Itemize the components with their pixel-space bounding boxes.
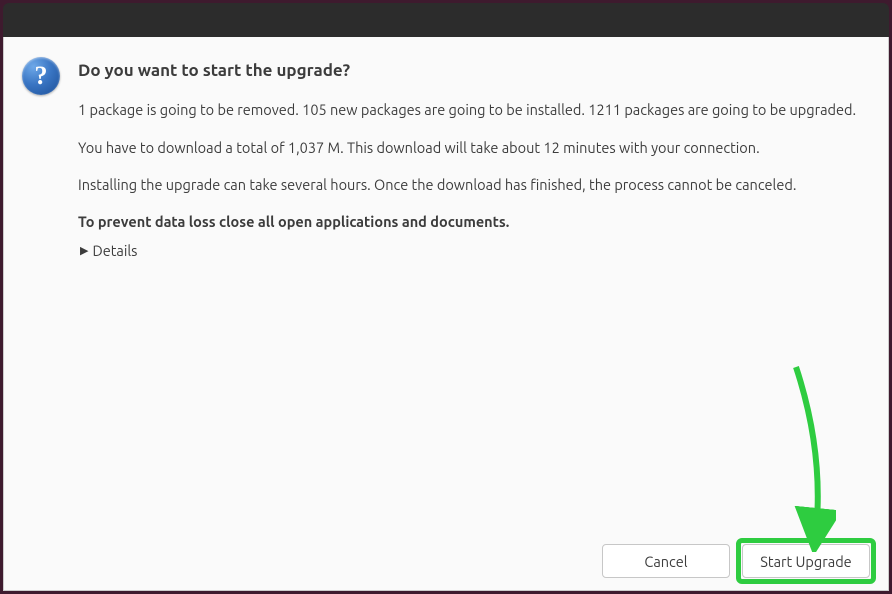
dialog-line-download: You have to download a total of 1,037 M.… — [78, 138, 870, 158]
dialog-heading: Do you want to start the upgrade? — [78, 61, 870, 80]
button-row: Cancel Start Upgrade — [22, 536, 870, 578]
start-upgrade-button[interactable]: Start Upgrade — [742, 544, 870, 578]
start-upgrade-highlight: Start Upgrade — [742, 544, 870, 578]
window-frame: ? Do you want to start the upgrade? 1 pa… — [0, 0, 892, 594]
expander-triangle-icon: ▶ — [80, 244, 88, 257]
content-row: ? Do you want to start the upgrade? 1 pa… — [22, 55, 870, 536]
question-icon: ? — [22, 57, 60, 95]
dialog-warning-bold: To prevent data loss close all open appl… — [78, 213, 870, 230]
dialog-line-packages: 1 package is going to be removed. 105 ne… — [78, 100, 870, 120]
details-label: Details — [92, 242, 137, 259]
details-expander[interactable]: ▶ Details — [80, 242, 870, 259]
titlebar[interactable] — [3, 3, 889, 37]
dialog-line-install: Installing the upgrade can take several … — [78, 175, 870, 195]
cancel-button[interactable]: Cancel — [602, 544, 730, 578]
question-mark-glyph: ? — [35, 63, 48, 89]
icon-column: ? — [22, 55, 60, 536]
text-column: Do you want to start the upgrade? 1 pack… — [78, 55, 870, 536]
dialog-body: ? Do you want to start the upgrade? 1 pa… — [3, 37, 889, 591]
